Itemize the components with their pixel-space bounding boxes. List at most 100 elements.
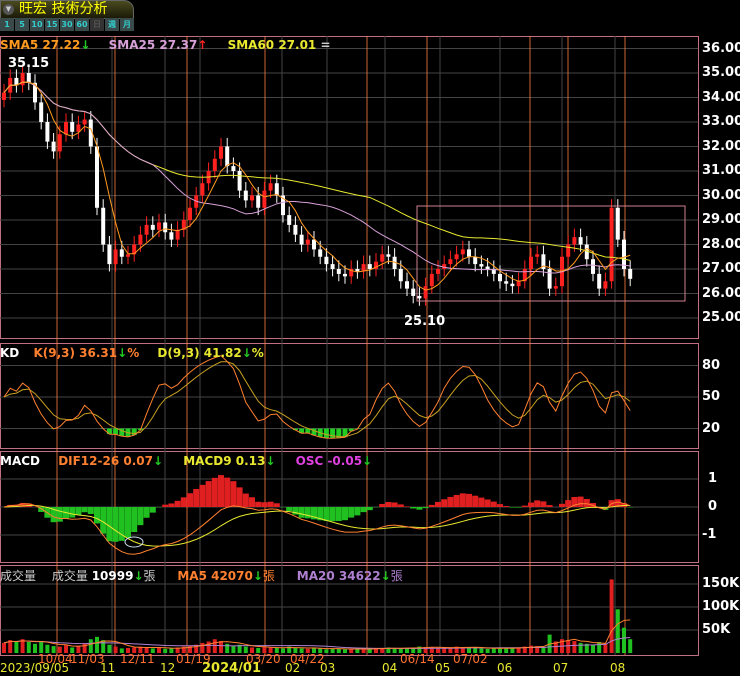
volume-axis-label: 50K: [702, 622, 730, 637]
candle-body: [120, 249, 124, 256]
osc-bar: [82, 507, 88, 512]
candle-body: [219, 147, 223, 159]
volume-axis-label: 150K: [702, 576, 739, 591]
volume-bar: [89, 639, 93, 653]
volume-bar: [213, 639, 217, 653]
candle-body: [138, 235, 142, 245]
osc-bar: [175, 501, 181, 507]
kd-legend: KD K(9,3) 36.31↓% D(9,3) 41.82↓%: [0, 346, 264, 360]
candle-body: [386, 254, 390, 256]
osc-bar: [509, 507, 515, 508]
osc-bar: [286, 507, 292, 511]
osc-bar: [218, 475, 224, 507]
osc-bar: [503, 506, 509, 507]
osc-bar: [547, 505, 553, 507]
macd-axis-label: 0: [708, 499, 717, 514]
month-axis-label: 07: [553, 661, 568, 675]
month-axis-label: 02: [285, 661, 300, 675]
volume-bar: [492, 648, 496, 653]
high-price-label: 35.15: [8, 56, 49, 71]
volume-bar: [157, 648, 161, 653]
candle-body: [70, 122, 74, 132]
osc-bar: [522, 506, 528, 507]
osc-bar: [249, 497, 255, 507]
candle-body: [126, 254, 130, 256]
k-label: K(9,3) 36.31: [33, 346, 117, 360]
month-axis-label: 03: [320, 661, 335, 675]
candle-body: [151, 225, 155, 230]
osc-bar: [565, 500, 571, 507]
candle-body: [448, 259, 452, 264]
volume-bar: [622, 628, 626, 653]
price-axis-label: 36.00: [702, 41, 740, 56]
osc-bar: [354, 507, 360, 515]
candle-body: [628, 269, 632, 279]
osc-bar: [404, 506, 410, 507]
candle-body: [597, 274, 601, 289]
volume-bar: [597, 642, 601, 653]
candle-body: [591, 259, 595, 274]
volume-bar: [219, 641, 223, 653]
candle-body: [436, 269, 440, 274]
osc-bar: [416, 507, 422, 510]
osc-bar: [125, 507, 131, 538]
candle-body: [27, 73, 31, 83]
month-axis-label: 04: [382, 661, 397, 675]
osc-bar: [472, 496, 478, 507]
candle-body: [579, 237, 583, 244]
price-axis-label: 27.00: [702, 261, 740, 276]
osc-bar: [534, 500, 540, 507]
vol-ma5-label: MA5 42070: [177, 569, 253, 583]
kd-axis-label: 50: [702, 389, 720, 404]
osc-bar: [305, 507, 311, 518]
candle-body: [430, 274, 434, 286]
osc-bar: [559, 504, 565, 507]
vol-ma20-down-arrow-icon: ↓: [381, 569, 391, 583]
candle-body: [169, 232, 173, 239]
osc-bar: [410, 507, 416, 508]
candle-body: [225, 147, 229, 167]
month-axis-label: 2023/09/05: [0, 661, 69, 675]
candle-body: [473, 257, 477, 264]
osc-bar: [447, 497, 453, 507]
month-axis-label: 12: [160, 661, 175, 675]
volume-bar: [14, 642, 18, 654]
candle-body: [355, 269, 359, 271]
osc-bar: [491, 502, 497, 507]
osc-bar: [230, 481, 236, 507]
volume-bar: [231, 646, 235, 653]
candle-body: [275, 183, 279, 195]
osc-bar: [181, 497, 187, 507]
osc-bar: [361, 507, 367, 512]
volume-bar: [603, 644, 607, 653]
volume-bar: [27, 642, 31, 653]
candle-body: [250, 196, 254, 201]
candle-body: [610, 208, 614, 282]
month-axis-label: 08: [610, 661, 625, 675]
volume-bar: [349, 649, 353, 653]
price-axis-label: 33.00: [702, 114, 740, 129]
price-axis-label: 32.00: [702, 139, 740, 154]
osc-bar: [497, 504, 503, 507]
candle-body: [424, 286, 428, 298]
volume-bar: [393, 648, 397, 653]
candle-body: [380, 254, 384, 261]
price-axis-label: 25.00: [702, 310, 740, 325]
osc-bar: [162, 505, 168, 507]
volume-value: 10999: [92, 569, 134, 583]
candle-body: [324, 257, 328, 264]
osc-bar: [255, 502, 261, 507]
osc-bar: [206, 481, 212, 507]
volume-bar: [2, 643, 6, 653]
osc-bar: [131, 507, 137, 532]
date-marker-label: 07/02: [453, 652, 488, 666]
candle-body: [58, 134, 62, 151]
osc-bar: [88, 507, 94, 514]
osc-bar: [187, 493, 193, 507]
osc-bar: [392, 502, 398, 507]
osc-bar: [199, 485, 205, 507]
osc-bar: [466, 494, 472, 507]
volume-bar: [355, 649, 359, 653]
candle-body: [52, 142, 56, 152]
k-down-arrow-icon: ↓: [117, 346, 127, 360]
